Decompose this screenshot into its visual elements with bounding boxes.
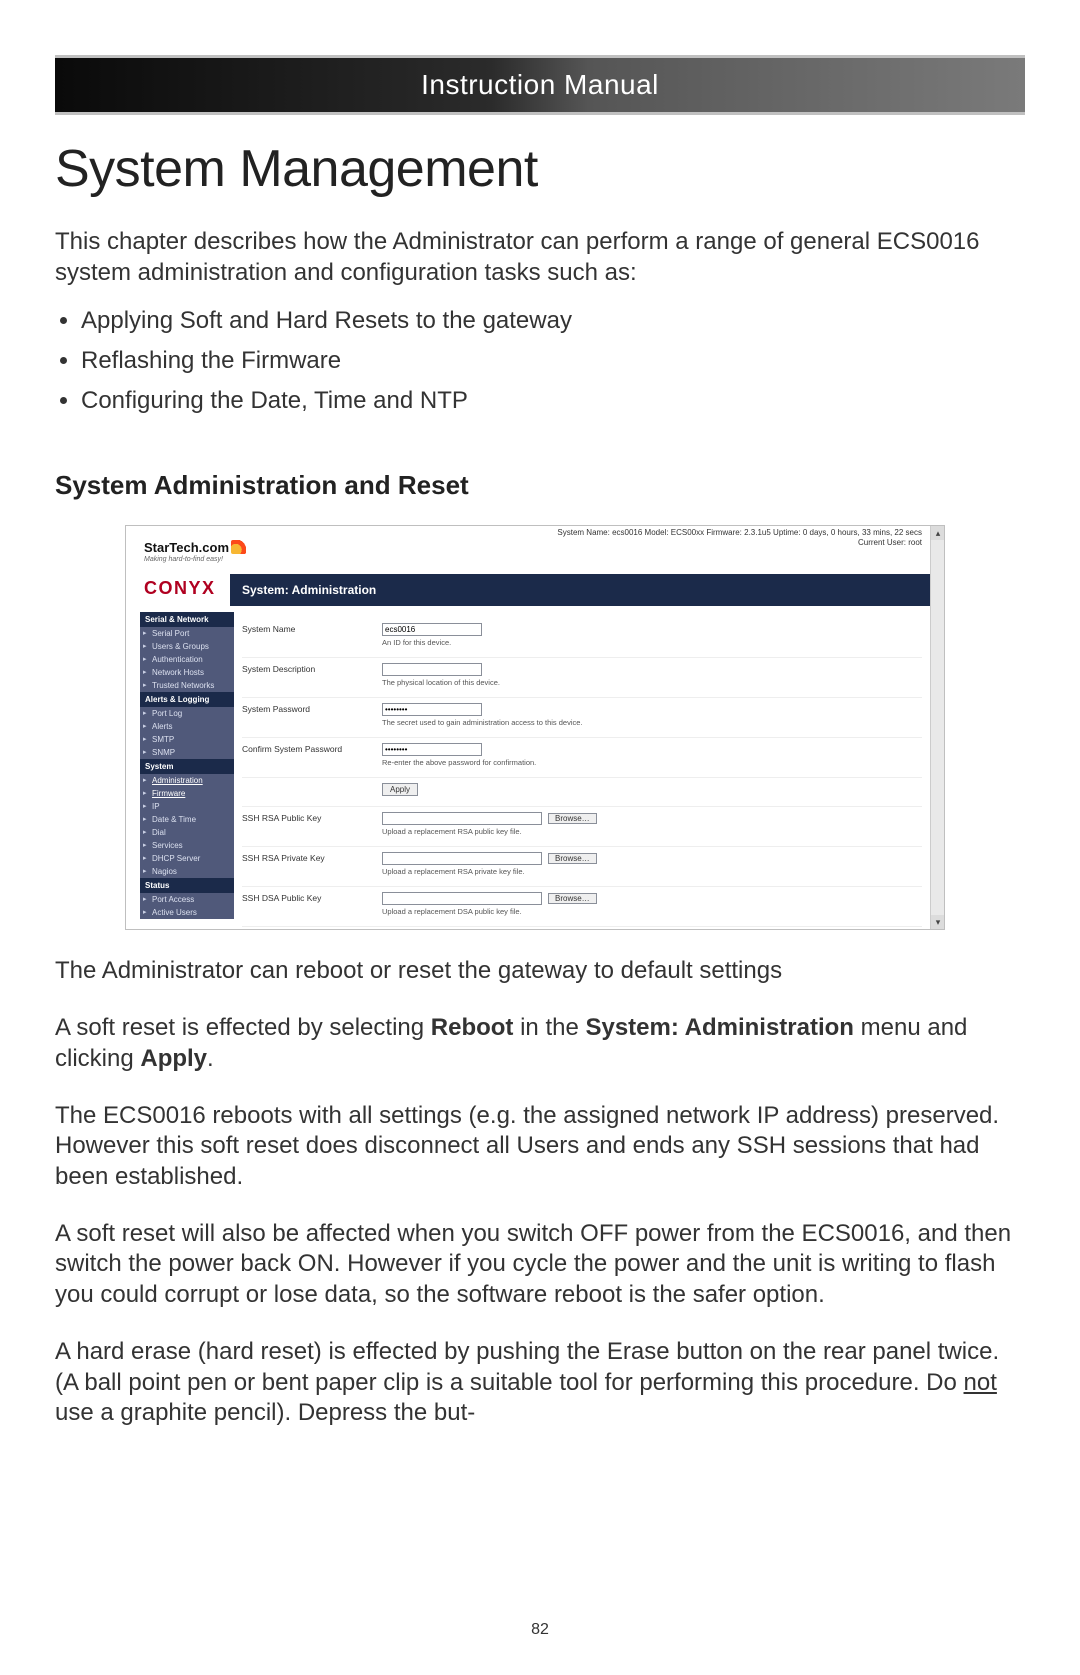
- meta-user: Current User: root: [557, 538, 922, 548]
- system-password-input[interactable]: [382, 703, 482, 716]
- panel-title: System: Administration: [242, 583, 376, 597]
- nav-item[interactable]: SNMP: [140, 746, 234, 759]
- rsa-priv-input[interactable]: [382, 852, 542, 865]
- underline-text: not: [964, 1369, 997, 1396]
- page-number: 82: [0, 1621, 1080, 1639]
- admin-form: System Name An ID for this device. Syste…: [242, 618, 922, 930]
- nav-section: Alerts & Logging: [140, 692, 234, 707]
- bold-text: Reboot: [431, 1014, 514, 1041]
- brand-text: StarTech.com: [144, 540, 229, 555]
- product-name: CONYX: [144, 578, 216, 599]
- browse-button[interactable]: Browse…: [548, 893, 597, 904]
- field-hint: The physical location of this device.: [382, 678, 922, 687]
- field-hint: The secret used to gain administration a…: [382, 718, 922, 727]
- text: A hard erase (hard reset) is effected by…: [55, 1338, 999, 1396]
- admin-screenshot: ▴ ▾ System Name: ecs0016 Model: ECS00xx …: [125, 525, 945, 930]
- meta-line: System Name: ecs0016 Model: ECS00xx Firm…: [557, 528, 922, 538]
- nav-item[interactable]: Users & Groups: [140, 640, 234, 653]
- nav-item[interactable]: Active Users: [140, 906, 234, 919]
- intro-paragraph: This chapter describes how the Administr…: [55, 227, 1025, 288]
- scrollbar[interactable]: ▴ ▾: [930, 526, 944, 929]
- dsa-pub-input[interactable]: [382, 892, 542, 905]
- nav-item[interactable]: DHCP Server: [140, 852, 234, 865]
- nav-item[interactable]: IP: [140, 800, 234, 813]
- confirm-password-input[interactable]: [382, 743, 482, 756]
- nav-item[interactable]: Serial Port: [140, 627, 234, 640]
- apply-button[interactable]: Apply: [382, 783, 418, 796]
- field-label: SSH RSA Private Key: [242, 852, 382, 863]
- text: A soft reset is effected by selecting: [55, 1014, 431, 1041]
- system-meta: System Name: ecs0016 Model: ECS00xx Firm…: [557, 528, 922, 547]
- nav-section: Status: [140, 878, 234, 893]
- field-hint: Upload a replacement RSA private key fil…: [382, 867, 922, 876]
- text: in the: [513, 1014, 585, 1041]
- nav-item[interactable]: Trusted Networks: [140, 679, 234, 692]
- nav-item[interactable]: Services: [140, 839, 234, 852]
- nav-item[interactable]: Network Hosts: [140, 666, 234, 679]
- system-name-input[interactable]: [382, 623, 482, 636]
- header-band: Instruction Manual: [55, 55, 1025, 115]
- nav-item[interactable]: Alerts: [140, 720, 234, 733]
- browse-button[interactable]: Browse…: [548, 813, 597, 824]
- section-heading: System Administration and Reset: [55, 470, 1025, 501]
- field-label: System Description: [242, 663, 382, 674]
- intro-bullets: Applying Soft and Hard Resets to the gat…: [55, 306, 1025, 416]
- nav-item-administration[interactable]: Administration: [140, 774, 234, 787]
- bullet-item: Configuring the Date, Time and NTP: [81, 386, 1025, 416]
- field-label: Confirm System Password: [242, 743, 382, 754]
- paragraph: The Administrator can reboot or reset th…: [55, 956, 1025, 987]
- field-hint: Re-enter the above password for confirma…: [382, 758, 922, 767]
- paragraph: The ECS0016 reboots with all settings (e…: [55, 1101, 1025, 1193]
- nav-item[interactable]: Port Log: [140, 707, 234, 720]
- paragraph: A soft reset will also be affected when …: [55, 1219, 1025, 1311]
- nav-item[interactable]: Nagios: [140, 865, 234, 878]
- paragraph: A soft reset is effected by selecting Re…: [55, 1013, 1025, 1074]
- field-label: SSH RSA Public Key: [242, 812, 382, 823]
- nav-item-firmware[interactable]: Firmware: [140, 787, 234, 800]
- nav-item[interactable]: Authentication: [140, 653, 234, 666]
- bold-text: System: Administration: [585, 1014, 854, 1041]
- nav-section: System: [140, 759, 234, 774]
- paragraph: A hard erase (hard reset) is effected by…: [55, 1337, 1025, 1429]
- field-label: System Password: [242, 703, 382, 714]
- body-after-screenshot: The Administrator can reboot or reset th…: [55, 956, 1025, 1429]
- field-hint: Upload a replacement RSA public key file…: [382, 827, 922, 836]
- system-description-input[interactable]: [382, 663, 482, 676]
- scroll-up-icon[interactable]: ▴: [931, 526, 945, 540]
- nav-section: Serial & Network: [140, 612, 234, 627]
- nav-item[interactable]: Port Access: [140, 893, 234, 906]
- browse-button[interactable]: Browse…: [548, 853, 597, 864]
- brand-flare-icon: [231, 540, 247, 554]
- nav-item[interactable]: Date & Time: [140, 813, 234, 826]
- page-title: System Management: [55, 139, 1025, 199]
- bold-text: Apply: [140, 1045, 207, 1072]
- text: .: [207, 1045, 214, 1072]
- header-title: Instruction Manual: [421, 69, 659, 101]
- brand-tagline: Making hard-to-find easy!: [144, 556, 223, 563]
- field-hint: An ID for this device.: [382, 638, 922, 647]
- field-label: System Name: [242, 623, 382, 634]
- field-label: SSH DSA Public Key: [242, 892, 382, 903]
- bullet-item: Reflashing the Firmware: [81, 346, 1025, 376]
- brand-logo: StarTech.com: [144, 540, 247, 555]
- nav-item[interactable]: Dial: [140, 826, 234, 839]
- side-nav: Serial & Network Serial Port Users & Gro…: [140, 612, 234, 919]
- text: use a graphite pencil). Depress the but-: [55, 1399, 475, 1426]
- panel-titlebar: System: Administration: [230, 574, 930, 606]
- bullet-item: Applying Soft and Hard Resets to the gat…: [81, 306, 1025, 336]
- rsa-pub-input[interactable]: [382, 812, 542, 825]
- nav-item[interactable]: SMTP: [140, 733, 234, 746]
- field-hint: Upload a replacement DSA public key file…: [382, 907, 922, 916]
- scroll-down-icon[interactable]: ▾: [931, 915, 945, 929]
